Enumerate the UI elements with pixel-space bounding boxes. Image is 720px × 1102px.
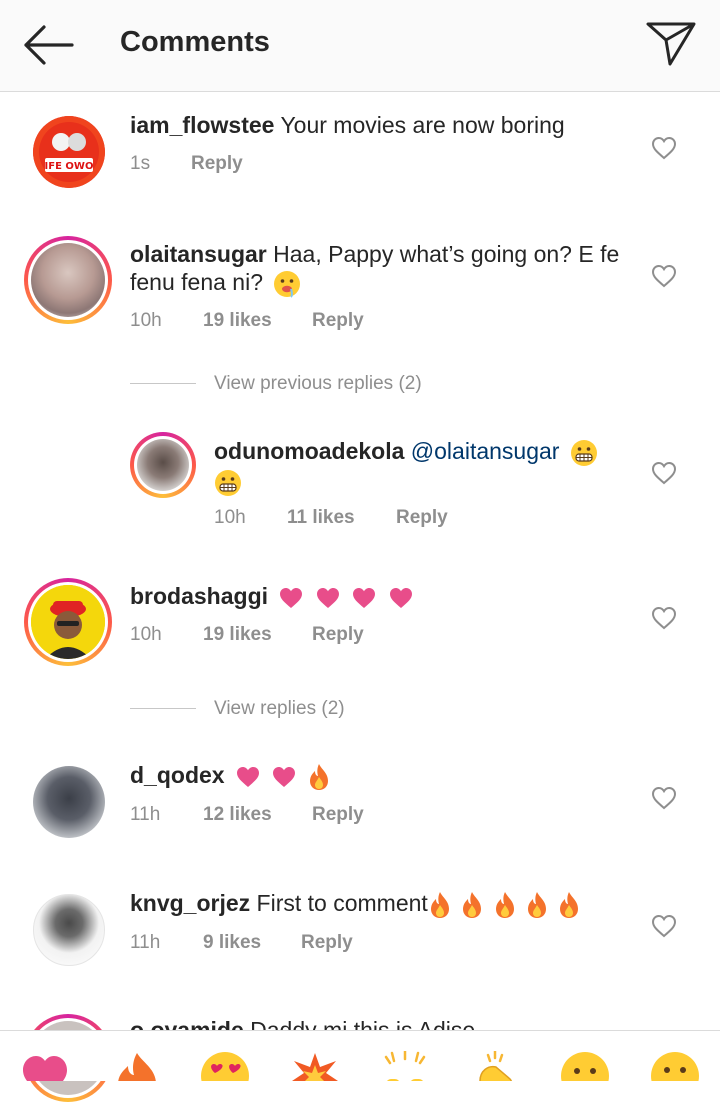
paper-plane-icon	[646, 22, 696, 66]
grimacing-face-emoji-icon	[570, 439, 597, 466]
heart-icon[interactable]	[651, 264, 677, 288]
reply-button[interactable]: Reply	[312, 624, 364, 646]
comment-text: iam_flowstee Your movies are now boring	[130, 111, 565, 139]
fire-emoji-icon	[560, 891, 579, 918]
comment-body: First to comment	[256, 890, 428, 916]
reply-button[interactable]: Reply	[301, 932, 353, 954]
share-button[interactable]	[644, 18, 698, 68]
clapping-hands-emoji-icon[interactable]	[470, 1051, 520, 1081]
comment-time: 10h	[130, 624, 162, 645]
heart-icon[interactable]	[651, 606, 677, 630]
fire-emoji-icon	[309, 763, 328, 790]
reply-button[interactable]: Reply	[191, 153, 243, 175]
avatar-image: IFE OWO	[33, 116, 105, 188]
fire-emoji-icon	[430, 891, 449, 918]
avatar-badge-text: IFE OWO	[45, 161, 94, 172]
drooling-face-emoji-icon	[274, 270, 301, 298]
smiling-face-emoji-icon[interactable]	[560, 1051, 610, 1081]
reply-button[interactable]: Reply	[312, 310, 364, 332]
fire-emoji-icon	[495, 891, 514, 918]
avatar[interactable]	[130, 432, 196, 498]
fire-emoji-icon	[527, 891, 546, 918]
reply-button[interactable]: Reply	[396, 507, 448, 529]
comment-username[interactable]: knvg_orjez	[130, 890, 250, 916]
heart-emoji-icon	[353, 587, 376, 608]
view-previous-replies-link[interactable]: View previous replies (2)	[214, 373, 422, 395]
likes-count[interactable]: 11 likes	[287, 507, 355, 529]
heart-icon[interactable]	[651, 914, 677, 938]
arrow-left-icon	[24, 25, 74, 65]
comment-username[interactable]: brodashaggi	[130, 583, 268, 609]
raising-hands-emoji-icon[interactable]	[380, 1051, 430, 1081]
avatar[interactable]: IFE OWO	[33, 116, 105, 188]
thread-divider	[130, 708, 196, 709]
likes-count[interactable]: 19 likes	[203, 310, 272, 332]
heart-icon[interactable]	[651, 136, 677, 160]
heart-emoji-icon	[316, 587, 339, 608]
avatar[interactable]	[33, 894, 105, 966]
likes-count[interactable]: 12 likes	[203, 804, 272, 826]
back-button[interactable]	[18, 22, 76, 68]
grimacing-face-emoji-icon	[215, 469, 241, 496]
comment-time: 11h	[130, 932, 161, 953]
comment-username[interactable]: d_qodex	[130, 762, 225, 788]
avatar[interactable]	[24, 236, 112, 324]
comment-time: 1s	[130, 153, 151, 174]
comment-body: fenu fena ni?	[130, 269, 264, 295]
comment-text: brodashaggi	[130, 582, 414, 610]
comment-time: 10h	[214, 507, 246, 528]
comment-text: d_qodex	[130, 761, 330, 791]
comment-username[interactable]: iam_flowstee	[130, 112, 274, 138]
thread-divider	[130, 383, 196, 384]
mention-link[interactable]: @olaitansugar	[411, 438, 560, 464]
comment-body: Haa, Pappy what’s going on? E fe	[273, 241, 620, 267]
fire-emoji-icon	[463, 891, 482, 918]
heart-emoji-icon	[280, 587, 303, 608]
heart-emoji-icon	[236, 766, 259, 787]
comment-text: olaitansugar Haa, Pappy what’s going on?…	[130, 240, 630, 298]
fire-emoji-icon[interactable]	[112, 1051, 162, 1081]
top-bar: Comments	[0, 0, 720, 92]
avatar[interactable]	[24, 578, 112, 666]
comment-time: 10h	[130, 310, 162, 331]
likes-count[interactable]: 9 likes	[203, 932, 261, 954]
comment-body: Your movies are now boring	[280, 112, 565, 138]
heart-emoji-icon[interactable]	[20, 1051, 70, 1081]
comment-text: knvg_orjez First to comment	[130, 889, 580, 919]
heart-eyes-emoji-icon[interactable]	[200, 1051, 250, 1081]
comment-username[interactable]: olaitansugar	[130, 241, 267, 267]
avatar[interactable]	[33, 766, 105, 838]
page-title: Comments	[120, 26, 270, 58]
collision-emoji-icon[interactable]	[290, 1051, 340, 1081]
emoji-quick-bar	[0, 1030, 720, 1081]
heart-icon[interactable]	[651, 461, 677, 485]
heart-emoji-icon	[273, 766, 296, 787]
heart-emoji-icon	[389, 587, 412, 608]
likes-count[interactable]: 19 likes	[203, 624, 272, 646]
view-replies-link[interactable]: View replies (2)	[214, 698, 345, 720]
heart-icon[interactable]	[651, 786, 677, 810]
comment-username[interactable]: odunomoadekola	[214, 438, 404, 464]
avatar-image	[31, 585, 105, 659]
comment-text: odunomoadekola @olaitansugar	[214, 437, 634, 497]
grinning-face-emoji-icon[interactable]	[650, 1051, 700, 1081]
comment-time: 11h	[130, 804, 161, 825]
reply-button[interactable]: Reply	[312, 804, 364, 826]
